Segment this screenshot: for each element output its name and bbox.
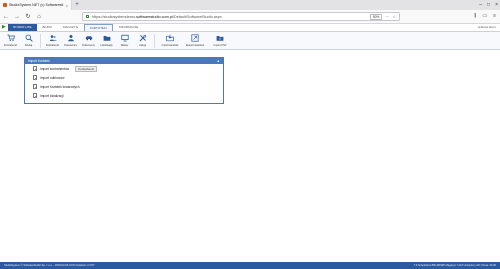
reload-icon[interactable]: ↻: [25, 13, 31, 20]
panel-item-label: Import Kartotek towarowych: [40, 84, 80, 89]
zoom-level[interactable]: 80%: [370, 13, 383, 20]
close-tab-icon[interactable]: ×: [66, 3, 68, 8]
panel-item-import-kontrahentow[interactable]: Import kontrahentów Kontrahenci: [25, 64, 223, 73]
ribbon-button-import-kartotek[interactable]: Import kartotek: [158, 33, 182, 49]
ribbon-button-import-csv[interactable]: Import CSV: [208, 33, 232, 49]
ribbon-button-label: Lokalizacje: [100, 43, 113, 47]
import-panel: Import Kartotek ▲ Import kontrahentów Ko…: [24, 57, 224, 104]
forward-icon[interactable]: →: [14, 14, 20, 20]
ribbon-button-label: Pracownicy: [64, 43, 77, 47]
ribbon-button-label: Szukaj: [24, 43, 33, 47]
ribbon-button-kontrahenci[interactable]: Kontrahenci: [44, 33, 61, 49]
ribbon-separator: [40, 34, 41, 48]
folder-icon: [103, 34, 111, 42]
ribbon-button-label: Dokumenty: [82, 43, 95, 47]
tab-kartoteki[interactable]: Kartoteki: [83, 24, 113, 31]
ribbon-button-eksport-kartotek[interactable]: Eksport kartotek: [183, 33, 207, 49]
lock-icon: [86, 15, 89, 18]
ribbon-button-label: Import CSV: [213, 43, 227, 47]
user-info: Aplikacja klienci: [477, 26, 496, 29]
home-icon[interactable]: ⌂: [36, 14, 42, 20]
ribbon-button-uslugi[interactable]: Usługi: [134, 33, 151, 49]
ribbon-button-waluty[interactable]: Waluty: [116, 33, 133, 49]
window-controls: – □ ×: [479, 0, 498, 10]
status-right: 7.3 Schedulers 800-MKWP Magazyn: UCZ Ucz…: [413, 264, 496, 267]
car-icon: [85, 34, 93, 42]
ribbon-toolbar: Kontrahenci Szukaj Kontrahenci Pracownic…: [0, 32, 500, 50]
document-icon: [33, 93, 37, 98]
import-folder-icon: [166, 34, 174, 42]
panel-item-label: Import kontrahentów: [40, 66, 70, 71]
url-text: https://studiosystemdemo.softwarestudio.…: [92, 14, 222, 19]
document-icon: [33, 66, 37, 71]
browser-navbar: ← → ↻ ⌂ https://studiosystemdemo.softwar…: [0, 10, 500, 24]
ribbon-button-label: Usługi: [139, 43, 146, 47]
ribbon-button-dokumenty[interactable]: Dokumenty: [80, 33, 97, 49]
tab-studio-lite[interactable]: Studio Lite: [8, 24, 37, 31]
browser-tab-title: StudioSystem.NET (c) Softwaresti: [9, 3, 64, 7]
document-icon: [33, 75, 37, 80]
close-window-icon[interactable]: ×: [495, 2, 498, 8]
browser-tabstrip: StudioSystem.NET (c) Softwaresti × + – □…: [0, 0, 500, 10]
browser-toolbar-right: ⫼ ▭ ≡: [474, 13, 496, 19]
panel-item-import-lokalizacji[interactable]: Import lokalizacji: [25, 91, 223, 100]
ribbon-button-lokalizacje[interactable]: Lokalizacje: [98, 33, 115, 49]
menu-icon[interactable]: ≡: [493, 13, 496, 19]
back-icon[interactable]: ←: [3, 14, 9, 20]
ribbon-button-label: Import kartotek: [161, 43, 179, 47]
tab-biuro[interactable]: Biuro: [38, 24, 58, 31]
tab-magazyn[interactable]: Magazyn: [58, 24, 83, 31]
ribbon-button-label: Eksport kartotek: [185, 43, 205, 47]
maximize-icon[interactable]: □: [487, 2, 490, 8]
status-bar: StudioSystem © SoftwareStudio Sp. z o.o.…: [0, 262, 500, 269]
status-left: StudioSystem © SoftwareStudio Sp. z o.o.…: [4, 264, 95, 267]
tooltip: Kontrahenci: [75, 65, 98, 72]
chevron-up-icon[interactable]: ▲: [217, 58, 220, 64]
cart-icon: [7, 34, 15, 42]
minimize-icon[interactable]: –: [479, 2, 482, 8]
ribbon-button-label: Kontrahenci: [3, 43, 18, 47]
favicon-icon: [3, 3, 7, 7]
panel-item-import-odbiorcow[interactable]: Import odbiorców: [25, 73, 223, 82]
ribbon-separator: [154, 34, 155, 48]
panel-item-import-kartotek-towarowych[interactable]: Import Kartotek towarowych: [25, 82, 223, 91]
ribbon-button-label: Kontrahenci: [45, 43, 60, 47]
bookmark-star-icon[interactable]: ☆: [392, 14, 396, 19]
new-tab-button[interactable]: +: [72, 0, 82, 10]
panel-item-label: Import lokalizacji: [40, 93, 64, 98]
people-icon: [67, 34, 75, 42]
export-icon: [191, 34, 199, 42]
page-actions-icon[interactable]: ···: [385, 14, 389, 19]
app-menu-tabs: ▶ Studio Lite Biuro Magazyn Kartoteki In…: [0, 24, 500, 32]
ribbon-button-szukaj[interactable]: Szukaj: [20, 33, 37, 49]
browser-tab[interactable]: StudioSystem.NET (c) Softwaresti ×: [0, 0, 72, 10]
contacts-icon: [49, 34, 57, 42]
csv-folder-icon: [216, 34, 224, 42]
library-icon[interactable]: ⫼: [474, 13, 476, 19]
tab-informacje[interactable]: Informacje: [114, 24, 144, 31]
search-icon: [25, 34, 33, 42]
monitor-icon: [120, 34, 129, 42]
document-icon: [33, 84, 37, 89]
ribbon-button-kontrahenci-cart[interactable]: Kontrahenci: [2, 33, 19, 49]
address-bar[interactable]: https://studiosystemdemo.softwarestudio.…: [82, 12, 400, 21]
tools-icon: [139, 34, 147, 42]
ribbon-button-pracownicy[interactable]: Pracownicy: [62, 33, 79, 49]
sidebar-icon[interactable]: ▭: [482, 13, 487, 19]
panel-item-label: Import odbiorców: [40, 75, 65, 80]
panel-title: Import Kartotek: [28, 59, 50, 63]
ribbon-button-label: Waluty: [120, 43, 129, 47]
